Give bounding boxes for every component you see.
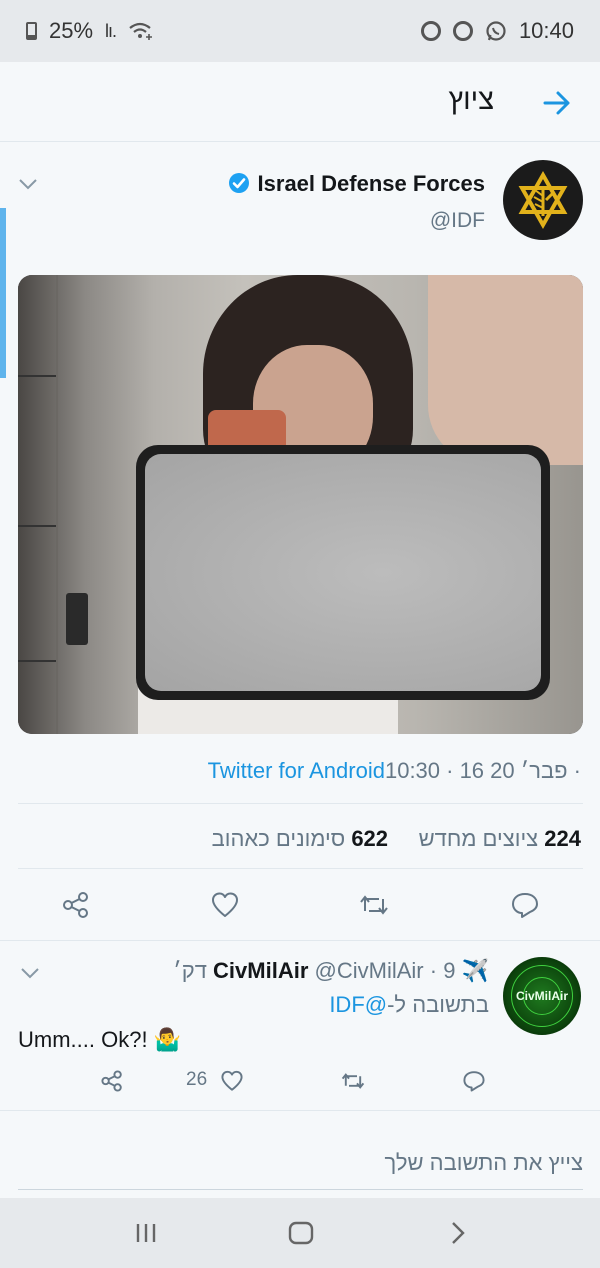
battery-level: 25% xyxy=(49,18,94,43)
share-icon[interactable] xyxy=(100,1069,124,1093)
photo-door-handle xyxy=(66,593,88,645)
replying-to-label: בתשובה ל- xyxy=(387,992,489,1017)
heart-icon[interactable] xyxy=(220,1069,244,1093)
author-handle[interactable]: @IDF xyxy=(430,209,485,233)
tweet-source[interactable]: Twitter for Android xyxy=(208,758,385,783)
heart-icon[interactable] xyxy=(210,890,240,920)
compose-bar: צייץ את התשובה שלך xyxy=(0,1130,600,1198)
author-name[interactable]: Israel Defense Forces xyxy=(258,171,485,197)
reply-actions: 26 xyxy=(0,1065,600,1101)
dot-separator: · xyxy=(429,958,438,983)
reply-text: Umm.... Ok?! 🤷‍♂️ xyxy=(18,1027,182,1052)
reply-placeholder: צייץ את התשובה שלך xyxy=(384,1150,583,1175)
divider xyxy=(18,868,583,869)
reply-header: ✈️ CivMilAir @CivMilAir · 9 דק׳ xyxy=(173,958,489,984)
reply-author-name[interactable]: CivMilAir xyxy=(213,958,308,983)
reply-author-handle[interactable]: @CivMilAir xyxy=(315,958,424,983)
share-icon[interactable] xyxy=(61,890,91,920)
avatar-label: CivMilAir xyxy=(515,989,568,1003)
back-icon[interactable] xyxy=(441,1216,475,1250)
photo-tile-line xyxy=(18,660,56,662)
tweet-meta: Twitter for Android10:30 · 16 פבר׳ 20 · xyxy=(208,758,581,784)
chevron-down-icon[interactable] xyxy=(19,966,41,980)
tweet-timestamp: 10:30 · 16 פבר׳ 20 · xyxy=(384,758,581,783)
page-title: ציוץ xyxy=(448,84,494,116)
navigation-bar xyxy=(0,1198,600,1268)
clock: 10:40 xyxy=(518,18,574,43)
idf-logo-icon xyxy=(518,170,568,230)
reply-input[interactable]: צייץ את התשובה שלך xyxy=(18,1130,583,1190)
like-count: 26 xyxy=(186,1069,208,1090)
tweet-photo[interactable] xyxy=(18,275,583,734)
separator xyxy=(0,1110,600,1111)
retweet-icon[interactable] xyxy=(359,890,389,920)
divider xyxy=(18,803,583,804)
photo-arm xyxy=(428,275,583,465)
avatar[interactable]: CivMilAir xyxy=(503,957,581,1035)
reply-icon[interactable] xyxy=(510,890,540,920)
reply-tweet[interactable]: CivMilAir ✈️ CivMilAir @CivMilAir · 9 דק… xyxy=(0,941,600,1111)
avatar[interactable] xyxy=(503,160,583,240)
likes-label[interactable]: סימונים כאהוב xyxy=(212,826,346,851)
chrome-icon xyxy=(452,21,473,41)
reply-icon[interactable] xyxy=(462,1069,486,1093)
recent-apps-icon[interactable] xyxy=(129,1216,163,1250)
chrome-icon xyxy=(420,21,441,41)
arrow-right-icon[interactable] xyxy=(540,86,574,120)
whatsapp-icon xyxy=(486,21,506,41)
verified-icon xyxy=(229,173,249,193)
signal-icon: lı. xyxy=(105,20,117,41)
photo-tile-line xyxy=(18,525,56,527)
airplane-icon: ✈️ xyxy=(461,958,489,983)
likes-count[interactable]: 622 xyxy=(351,826,388,851)
home-icon[interactable] xyxy=(284,1216,318,1250)
tweet-stats: 224 ציוצים מחדש 622 סימונים כאהוב xyxy=(212,826,581,852)
status-right: 10:40 xyxy=(420,18,574,44)
tweet-actions xyxy=(0,878,600,934)
status-bar: 25% lı. 10:40 xyxy=(0,0,600,62)
mention-link[interactable]: @IDF xyxy=(329,992,387,1017)
replying-to: בתשובה ל-@IDF xyxy=(329,992,489,1018)
scroll-indicator xyxy=(0,208,6,378)
status-left: 25% lı. xyxy=(26,18,154,44)
chevron-down-icon[interactable] xyxy=(17,177,39,191)
photo-tile-line xyxy=(18,375,56,377)
photo-door-edge xyxy=(56,275,58,734)
photo-blur-fill xyxy=(145,454,541,691)
retweets-label[interactable]: ציוצים מחדש xyxy=(419,826,539,851)
photo-blur-overlay xyxy=(136,445,550,700)
battery-icon xyxy=(26,22,37,40)
top-bar: ציוץ xyxy=(0,62,600,142)
wifi-icon xyxy=(129,22,153,40)
retweets-count[interactable]: 224 xyxy=(544,826,581,851)
retweet-icon[interactable] xyxy=(341,1069,365,1093)
